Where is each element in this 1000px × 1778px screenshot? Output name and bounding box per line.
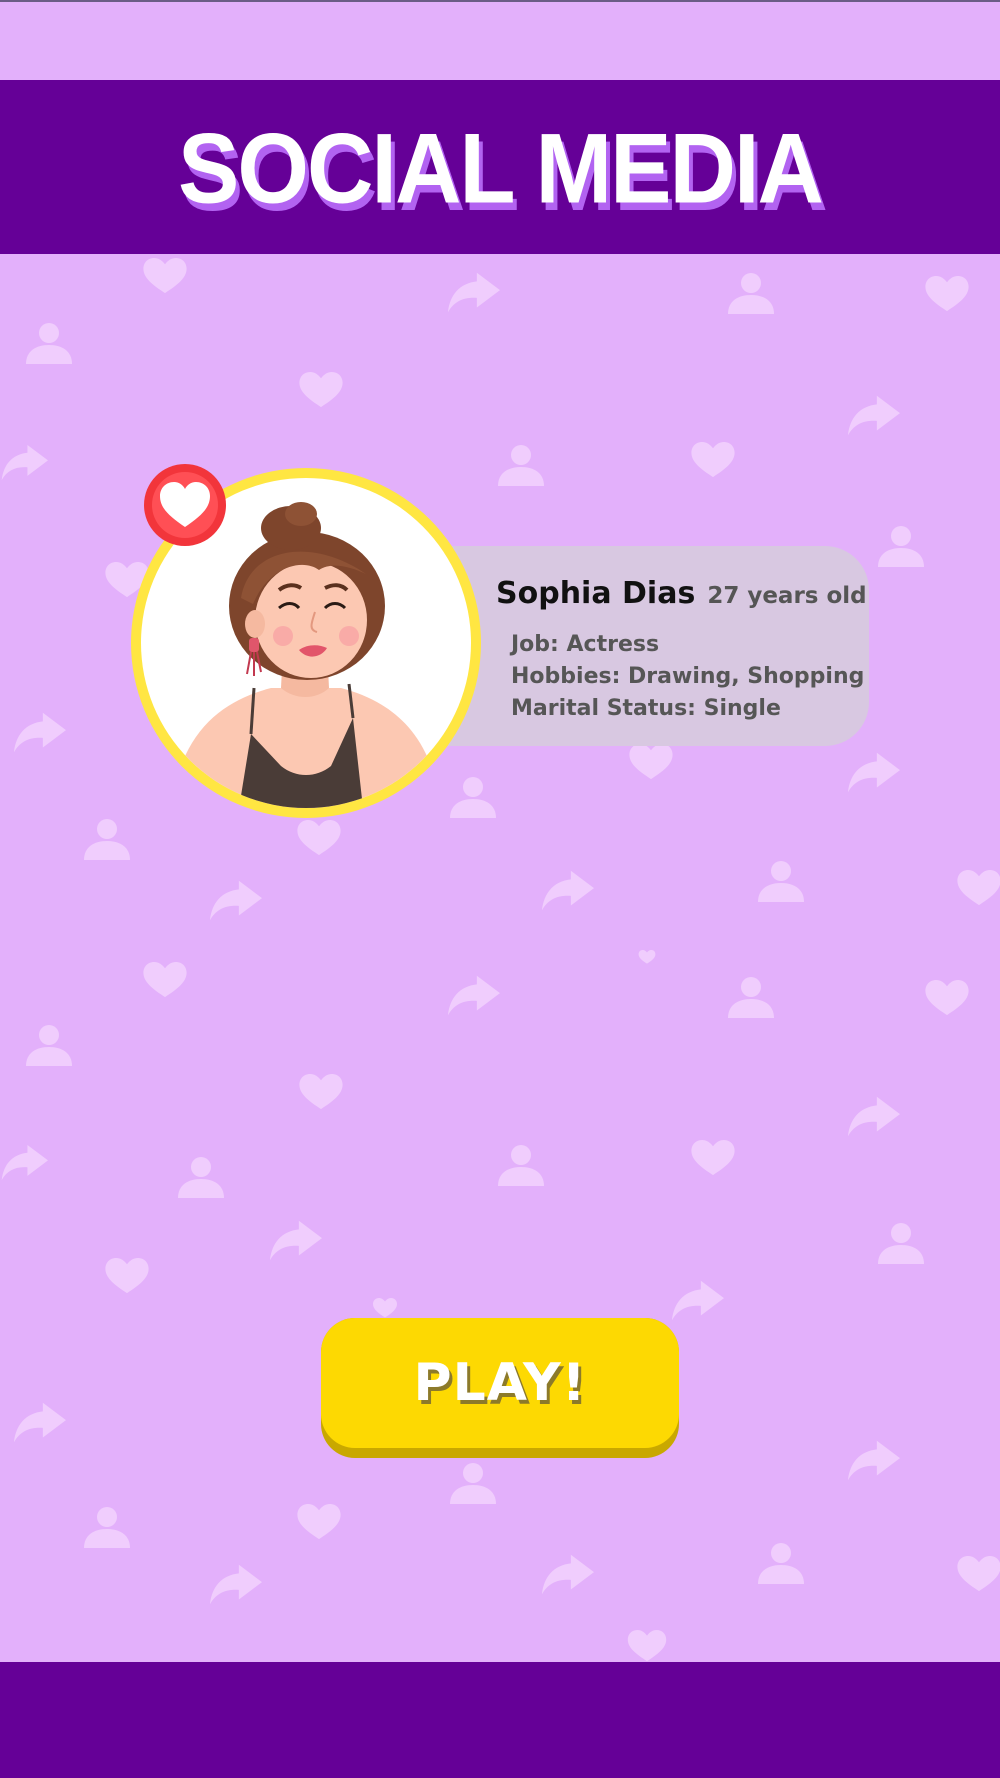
bg-heart-icon bbox=[627, 1630, 667, 1662]
profile-card: Sophia Dias 27 years old Job: Actress Hob… bbox=[420, 546, 869, 746]
bg-share-arrow-icon bbox=[447, 272, 500, 313]
bg-user-icon bbox=[26, 323, 72, 364]
heart-icon bbox=[144, 464, 226, 546]
bg-heart-icon bbox=[957, 1556, 1000, 1592]
profile-marital-status: Marital Status: Single bbox=[511, 696, 781, 721]
bg-user-icon bbox=[450, 777, 496, 818]
bg-user-icon bbox=[498, 1145, 544, 1186]
bg-heart-icon bbox=[638, 950, 656, 964]
bg-share-arrow-icon bbox=[1, 1145, 48, 1181]
play-button-label: PLAY! bbox=[413, 1353, 587, 1413]
bg-user-icon bbox=[728, 273, 774, 314]
play-button[interactable]: PLAY! bbox=[321, 1318, 679, 1458]
bg-share-arrow-icon bbox=[671, 1280, 724, 1321]
bg-share-arrow-icon bbox=[209, 880, 262, 921]
bg-user-icon bbox=[878, 1223, 924, 1264]
bg-share-arrow-icon bbox=[847, 1440, 900, 1481]
bg-share-arrow-icon bbox=[269, 1220, 322, 1261]
bg-heart-icon bbox=[691, 442, 735, 478]
bg-user-icon bbox=[84, 1507, 130, 1548]
bg-heart-icon bbox=[143, 258, 187, 294]
profile-hobbies: Hobbies: Drawing, Shopping bbox=[511, 664, 865, 689]
bg-user-icon bbox=[878, 526, 924, 567]
bg-heart-icon bbox=[299, 1074, 343, 1110]
bg-share-arrow-icon bbox=[13, 712, 66, 753]
profile-age: 27 years old bbox=[707, 583, 867, 609]
bg-user-icon bbox=[178, 1157, 224, 1198]
bg-user-icon bbox=[26, 1025, 72, 1066]
bg-user-icon bbox=[84, 819, 130, 860]
bg-share-arrow-icon bbox=[847, 395, 900, 436]
bg-user-icon bbox=[498, 445, 544, 486]
bg-user-icon bbox=[758, 861, 804, 902]
bg-heart-icon bbox=[691, 1140, 735, 1176]
bg-share-arrow-icon bbox=[447, 975, 500, 1016]
bg-share-arrow-icon bbox=[209, 1564, 262, 1605]
bg-share-arrow-icon bbox=[847, 752, 900, 793]
bg-share-arrow-icon bbox=[13, 1402, 66, 1443]
top-edge-line bbox=[0, 0, 1000, 2]
bg-share-arrow-icon bbox=[1, 445, 48, 481]
bg-share-arrow-icon bbox=[541, 1554, 594, 1595]
footer-bar bbox=[0, 1662, 1000, 1778]
profile-name: Sophia Dias bbox=[496, 576, 696, 611]
bg-heart-icon bbox=[373, 1298, 397, 1318]
profile-job: Job: Actress bbox=[511, 632, 660, 657]
bg-heart-icon bbox=[925, 980, 969, 1016]
header-bar: SOCIAL MEDIA bbox=[0, 80, 1000, 254]
bg-user-icon bbox=[728, 977, 774, 1018]
bg-heart-icon bbox=[143, 962, 187, 998]
bg-heart-icon bbox=[299, 372, 343, 408]
bg-user-icon bbox=[450, 1463, 496, 1504]
bg-heart-icon bbox=[105, 1258, 149, 1294]
bg-user-icon bbox=[758, 1543, 804, 1584]
bg-heart-icon bbox=[957, 870, 1000, 906]
bg-heart-icon bbox=[297, 1504, 341, 1540]
play-button-face[interactable]: PLAY! bbox=[321, 1318, 679, 1448]
bg-share-arrow-icon bbox=[847, 1096, 900, 1137]
bg-heart-icon bbox=[925, 276, 969, 312]
bg-heart-icon bbox=[629, 744, 673, 780]
page-title: SOCIAL MEDIA bbox=[178, 113, 824, 224]
bg-share-arrow-icon bbox=[541, 870, 594, 911]
profile-name-row: Sophia Dias 27 years old bbox=[496, 576, 867, 611]
bg-heart-icon bbox=[297, 820, 341, 856]
